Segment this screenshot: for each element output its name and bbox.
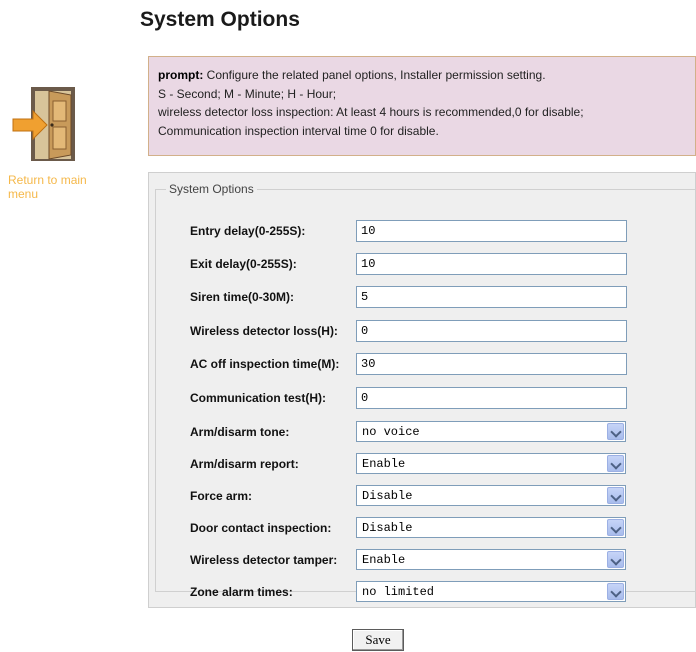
- entry-delay-row: Entry delay(0-255S):: [156, 220, 696, 244]
- ac-off-inspection-label: AC off inspection time(M):: [190, 357, 340, 371]
- prompt-label: prompt:: [158, 68, 204, 82]
- force-arm-select[interactable]: Disable: [356, 485, 626, 506]
- return-to-main-menu-link[interactable]: Return to main menu: [8, 173, 118, 201]
- arm-disarm-tone-label: Arm/disarm tone:: [190, 425, 290, 439]
- arm-disarm-report-select[interactable]: Enable: [356, 453, 626, 474]
- chevron-down-icon: [610, 458, 622, 470]
- communication-test-label: Communication test(H):: [190, 391, 326, 405]
- zone-alarm-times-value: no limited: [362, 585, 435, 599]
- door-contact-inspection-label: Door contact inspection:: [190, 521, 332, 535]
- chevron-down-icon: [610, 554, 622, 566]
- door-contact-inspection-select[interactable]: Disable: [356, 517, 626, 538]
- dropdown-button[interactable]: [607, 519, 624, 536]
- wireless-detector-loss-label: Wireless detector loss(H):: [190, 324, 338, 338]
- siren-time-row: Siren time(0-30M):: [156, 286, 696, 310]
- dropdown-button[interactable]: [607, 551, 624, 568]
- arm-disarm-tone-row: Arm/disarm tone: no voice: [156, 421, 696, 445]
- dropdown-button[interactable]: [607, 423, 624, 440]
- chevron-down-icon: [610, 490, 622, 502]
- options-fieldset: System Options Entry delay(0-255S): Exit…: [155, 182, 696, 602]
- wireless-detector-loss-row: Wireless detector loss(H):: [156, 320, 696, 344]
- force-arm-label: Force arm:: [190, 489, 253, 503]
- door-contact-inspection-value: Disable: [362, 521, 413, 535]
- fieldset-legend: System Options: [169, 182, 254, 196]
- exit-delay-row: Exit delay(0-255S):: [156, 253, 696, 277]
- prompt-line-2: S - Second; M - Minute; H - Hour;: [158, 86, 337, 101]
- prompt-box: prompt: Configure the related panel opti…: [148, 56, 696, 156]
- arm-disarm-tone-value: no voice: [362, 425, 420, 439]
- wireless-detector-tamper-select[interactable]: Enable: [356, 549, 626, 570]
- prompt-line-4: Communication inspection interval time 0…: [158, 123, 439, 138]
- siren-time-input[interactable]: [356, 286, 627, 308]
- chevron-down-icon: [610, 522, 622, 534]
- sidebar: Return to main menu: [8, 85, 128, 201]
- door-contact-inspection-row: Door contact inspection: Disable: [156, 517, 696, 541]
- wireless-detector-loss-input[interactable]: [356, 320, 627, 342]
- exit-delay-label: Exit delay(0-255S):: [190, 257, 297, 271]
- prompt-text: Configure the related panel options, Ins…: [203, 68, 546, 82]
- entry-delay-input[interactable]: [356, 220, 627, 242]
- options-panel: System Options Entry delay(0-255S): Exit…: [148, 172, 696, 608]
- dropdown-button[interactable]: [607, 583, 624, 600]
- communication-test-row: Communication test(H):: [156, 387, 696, 411]
- save-button[interactable]: Save: [352, 629, 404, 651]
- siren-time-label: Siren time(0-30M):: [190, 290, 295, 304]
- force-arm-value: Disable: [362, 489, 413, 503]
- prompt-line-3: wireless detector loss inspection: At le…: [158, 105, 584, 119]
- force-arm-row: Force arm: Disable: [156, 485, 696, 509]
- zone-alarm-times-label: Zone alarm times:: [190, 585, 293, 599]
- wireless-detector-tamper-row: Wireless detector tamper: Enable: [156, 549, 696, 573]
- chevron-down-icon: [610, 586, 622, 598]
- zone-alarm-times-select[interactable]: no limited: [356, 581, 626, 602]
- dropdown-button[interactable]: [607, 487, 624, 504]
- prompt-line-1: prompt: Configure the related panel opti…: [158, 66, 686, 85]
- entry-delay-label: Entry delay(0-255S):: [190, 224, 306, 238]
- arm-disarm-tone-select[interactable]: no voice: [356, 421, 626, 442]
- page-title: System Options: [140, 8, 300, 31]
- ac-off-inspection-input[interactable]: [356, 353, 627, 375]
- door-exit-icon[interactable]: [11, 85, 83, 165]
- zone-alarm-times-row: Zone alarm times: no limited: [156, 581, 696, 605]
- wireless-detector-tamper-label: Wireless detector tamper:: [190, 553, 338, 567]
- arm-disarm-report-value: Enable: [362, 457, 406, 471]
- dropdown-button[interactable]: [607, 455, 624, 472]
- chevron-down-icon: [610, 426, 622, 438]
- arm-disarm-report-row: Arm/disarm report: Enable: [156, 453, 696, 477]
- communication-test-input[interactable]: [356, 387, 627, 409]
- exit-delay-input[interactable]: [356, 253, 627, 275]
- wireless-detector-tamper-value: Enable: [362, 553, 406, 567]
- arm-disarm-report-label: Arm/disarm report:: [190, 457, 299, 471]
- ac-off-inspection-row: AC off inspection time(M):: [156, 353, 696, 377]
